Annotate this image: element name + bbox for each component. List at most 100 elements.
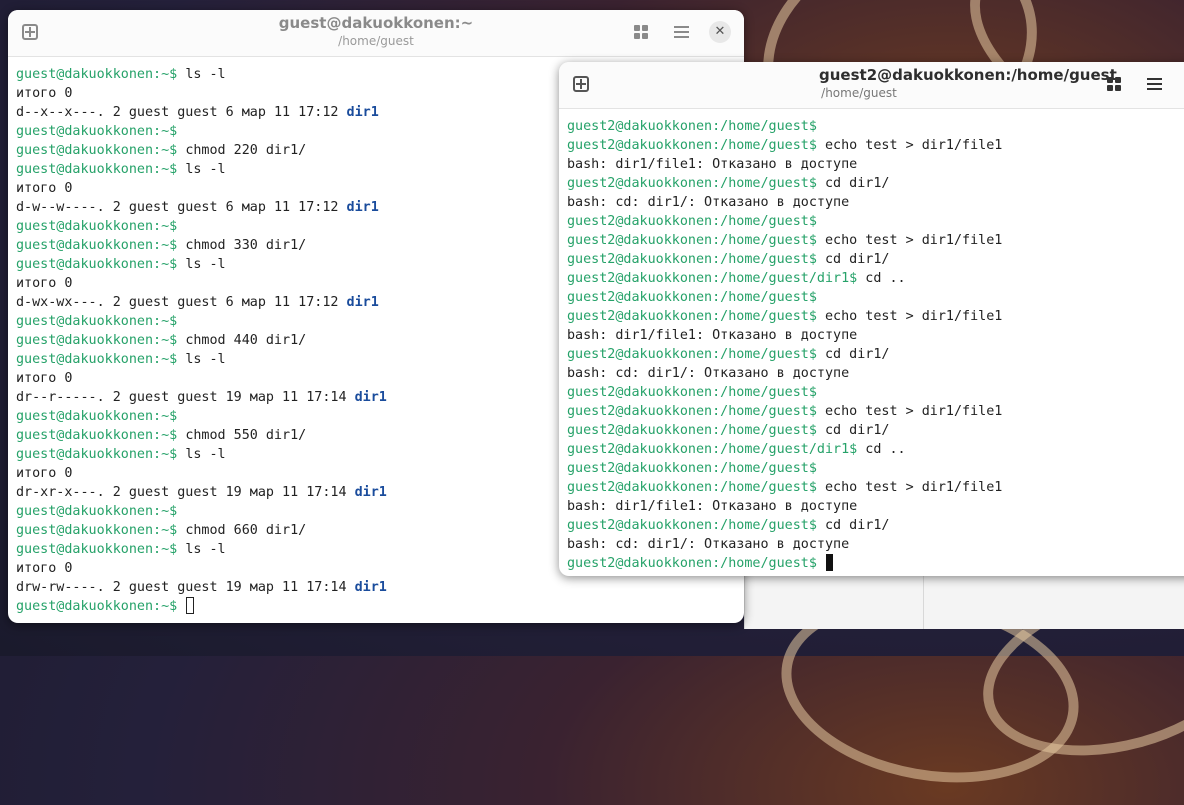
close-icon: ✕ bbox=[709, 21, 731, 43]
terminal-line: guest2@dakuokkonen:/home/guest$ echo tes… bbox=[567, 478, 1184, 497]
shell-prompt: guest2@dakuokkonen:/home/guest$ bbox=[567, 252, 825, 267]
directory-name: dir1 bbox=[354, 390, 387, 405]
hamburger-menu-icon bbox=[673, 26, 689, 38]
output-text: d--x--x---. 2 guest guest 6 мар 11 17:12 bbox=[16, 105, 347, 120]
shell-prompt: guest2@dakuokkonen:/home/guest$ bbox=[567, 461, 817, 476]
terminal-line: guest2@dakuokkonen:/home/guest$ cd dir1/ bbox=[567, 174, 1184, 193]
menu-button[interactable] bbox=[670, 21, 692, 43]
output-text: bash: dir1/file1: Отказано в доступе bbox=[567, 499, 858, 514]
output-text: итого 0 bbox=[16, 276, 73, 291]
command-text: ls -l bbox=[185, 162, 226, 177]
shell-prompt: guest@dakuokkonen:~$ bbox=[16, 257, 186, 272]
shell-prompt: guest@dakuokkonen:~$ bbox=[16, 314, 178, 329]
output-text: bash: dir1/file1: Отказано в доступе bbox=[567, 328, 858, 343]
output-text: итого 0 bbox=[16, 466, 73, 481]
command-text: chmod 660 dir1/ bbox=[185, 523, 307, 538]
terminal-line: bash: cd: dir1/: Отказано в доступе bbox=[567, 535, 1184, 554]
shell-prompt: guest2@dakuokkonen:/home/guest$ bbox=[567, 518, 825, 533]
terminal-line: guest2@dakuokkonen:/home/guest$ echo tes… bbox=[567, 136, 1184, 155]
shell-prompt: guest2@dakuokkonen:/home/guest$ bbox=[567, 556, 825, 571]
terminal-line: guest2@dakuokkonen:/home/guest$ echo tes… bbox=[567, 307, 1184, 326]
shell-prompt: guest@dakuokkonen:~$ bbox=[16, 428, 186, 443]
shell-prompt: guest@dakuokkonen:~$ bbox=[16, 599, 186, 614]
shell-prompt: guest2@dakuokkonen:/home/guest$ bbox=[567, 138, 825, 153]
output-text: bash: cd: dir1/: Отказано в доступе bbox=[567, 195, 850, 210]
shell-prompt: guest@dakuokkonen:~$ bbox=[16, 333, 186, 348]
shell-prompt: guest2@dakuokkonen:/home/guest$ bbox=[567, 423, 825, 438]
menu-button[interactable] bbox=[1143, 73, 1165, 95]
shell-prompt: guest@dakuokkonen:~$ bbox=[16, 447, 186, 462]
shell-prompt: guest@dakuokkonen:~$ bbox=[16, 523, 186, 538]
shell-prompt: guest2@dakuokkonen:/home/guest/dir1$ bbox=[567, 271, 866, 286]
command-text: echo test > dir1/file1 bbox=[824, 138, 1003, 153]
shell-prompt: guest2@dakuokkonen:/home/guest$ bbox=[567, 214, 817, 229]
window-title: guest2@dakuokkonen:/home/guest bbox=[819, 66, 1117, 84]
terminal-window-guest2[interactable]: guest2@dakuokkonen:/home/guest /home/gue… bbox=[559, 62, 1184, 576]
terminal-output[interactable]: guest2@dakuokkonen:/home/guest$ guest2@da… bbox=[559, 109, 1184, 573]
grid-icon bbox=[1107, 77, 1121, 91]
terminal-line: guest2@dakuokkonen:/home/guest$ bbox=[567, 554, 1184, 573]
terminal-line: bash: dir1/file1: Отказано в доступе bbox=[567, 497, 1184, 516]
terminal-line: bash: cd: dir1/: Отказано в доступе bbox=[567, 364, 1184, 383]
close-button[interactable]: ✕ bbox=[709, 21, 731, 43]
text-cursor bbox=[825, 554, 833, 571]
output-text: dr-xr-x---. 2 guest guest 19 мар 11 17:1… bbox=[16, 485, 355, 500]
command-text: cd dir1/ bbox=[824, 176, 890, 191]
command-text: ls -l bbox=[185, 447, 226, 462]
output-text: итого 0 bbox=[16, 86, 73, 101]
command-text: ls -l bbox=[185, 67, 226, 82]
command-text: echo test > dir1/file1 bbox=[824, 309, 1003, 324]
background-window-panel bbox=[744, 576, 1184, 629]
shell-prompt: guest2@dakuokkonen:/home/guest$ bbox=[567, 119, 817, 134]
terminal-line: drw-rw----. 2 guest guest 19 мар 11 17:1… bbox=[16, 578, 736, 597]
directory-name: dir1 bbox=[346, 295, 379, 310]
output-text: bash: dir1/file1: Отказано в доступе bbox=[567, 157, 858, 172]
directory-name: dir1 bbox=[354, 485, 387, 500]
command-text: ls -l bbox=[185, 352, 226, 367]
shell-prompt: guest@dakuokkonen:~$ bbox=[16, 352, 186, 367]
directory-name: dir1 bbox=[346, 200, 379, 215]
output-text: итого 0 bbox=[16, 371, 73, 386]
directory-name: dir1 bbox=[354, 580, 387, 595]
output-text: bash: cd: dir1/: Отказано в доступе bbox=[567, 366, 850, 381]
terminal-line: guest2@dakuokkonen:/home/guest$ echo tes… bbox=[567, 231, 1184, 250]
shell-prompt: guest@dakuokkonen:~$ bbox=[16, 124, 178, 139]
terminal-line: guest2@dakuokkonen:/home/guest$ bbox=[567, 383, 1184, 402]
hamburger-menu-icon bbox=[1146, 78, 1162, 90]
shell-prompt: guest2@dakuokkonen:/home/guest$ bbox=[567, 385, 817, 400]
command-text: cd dir1/ bbox=[824, 347, 890, 362]
shell-prompt: guest2@dakuokkonen:/home/guest$ bbox=[567, 176, 825, 191]
view-tabs-button[interactable] bbox=[1103, 73, 1125, 95]
terminal-line: guest@dakuokkonen:~$ bbox=[16, 597, 736, 616]
terminal-line: guest2@dakuokkonen:/home/guest$ echo tes… bbox=[567, 402, 1184, 421]
output-text: dr--r-----. 2 guest guest 19 мар 11 17:1… bbox=[16, 390, 355, 405]
terminal-header: guest2@dakuokkonen:/home/guest /home/gue… bbox=[559, 62, 1184, 109]
output-text: d-w--w----. 2 guest guest 6 мар 11 17:12 bbox=[16, 200, 347, 215]
shell-prompt: guest@dakuokkonen:~$ bbox=[16, 67, 186, 82]
terminal-line: guest2@dakuokkonen:/home/guest/dir1$ cd … bbox=[567, 269, 1184, 288]
command-text: cd .. bbox=[865, 271, 906, 286]
command-text: cd dir1/ bbox=[824, 252, 890, 267]
terminal-line: bash: dir1/file1: Отказано в доступе bbox=[567, 326, 1184, 345]
command-text: cd dir1/ bbox=[824, 423, 890, 438]
output-text: итого 0 bbox=[16, 181, 73, 196]
shell-prompt: guest2@dakuokkonen:/home/guest$ bbox=[567, 290, 817, 305]
command-text: cd dir1/ bbox=[824, 518, 890, 533]
command-text: echo test > dir1/file1 bbox=[824, 233, 1003, 248]
terminal-line: bash: cd: dir1/: Отказано в доступе bbox=[567, 193, 1184, 212]
text-cursor bbox=[186, 597, 195, 614]
terminal-header: guest@dakuokkonen:~ /home/guest ✕ bbox=[8, 10, 744, 57]
command-text: echo test > dir1/file1 bbox=[824, 404, 1003, 419]
terminal-line: guest2@dakuokkonen:/home/guest$ cd dir1/ bbox=[567, 250, 1184, 269]
command-text: ls -l bbox=[185, 257, 226, 272]
shell-prompt: guest2@dakuokkonen:/home/guest/dir1$ bbox=[567, 442, 866, 457]
command-text: echo test > dir1/file1 bbox=[824, 480, 1003, 495]
shell-prompt: guest2@dakuokkonen:/home/guest$ bbox=[567, 309, 825, 324]
command-text: cd .. bbox=[865, 442, 906, 457]
panel-divider bbox=[923, 576, 924, 629]
view-tabs-button[interactable] bbox=[630, 21, 652, 43]
shell-prompt: guest@dakuokkonen:~$ bbox=[16, 143, 186, 158]
grid-icon bbox=[634, 25, 648, 39]
terminal-line: guest2@dakuokkonen:/home/guest$ bbox=[567, 117, 1184, 136]
shell-prompt: guest2@dakuokkonen:/home/guest$ bbox=[567, 404, 825, 419]
